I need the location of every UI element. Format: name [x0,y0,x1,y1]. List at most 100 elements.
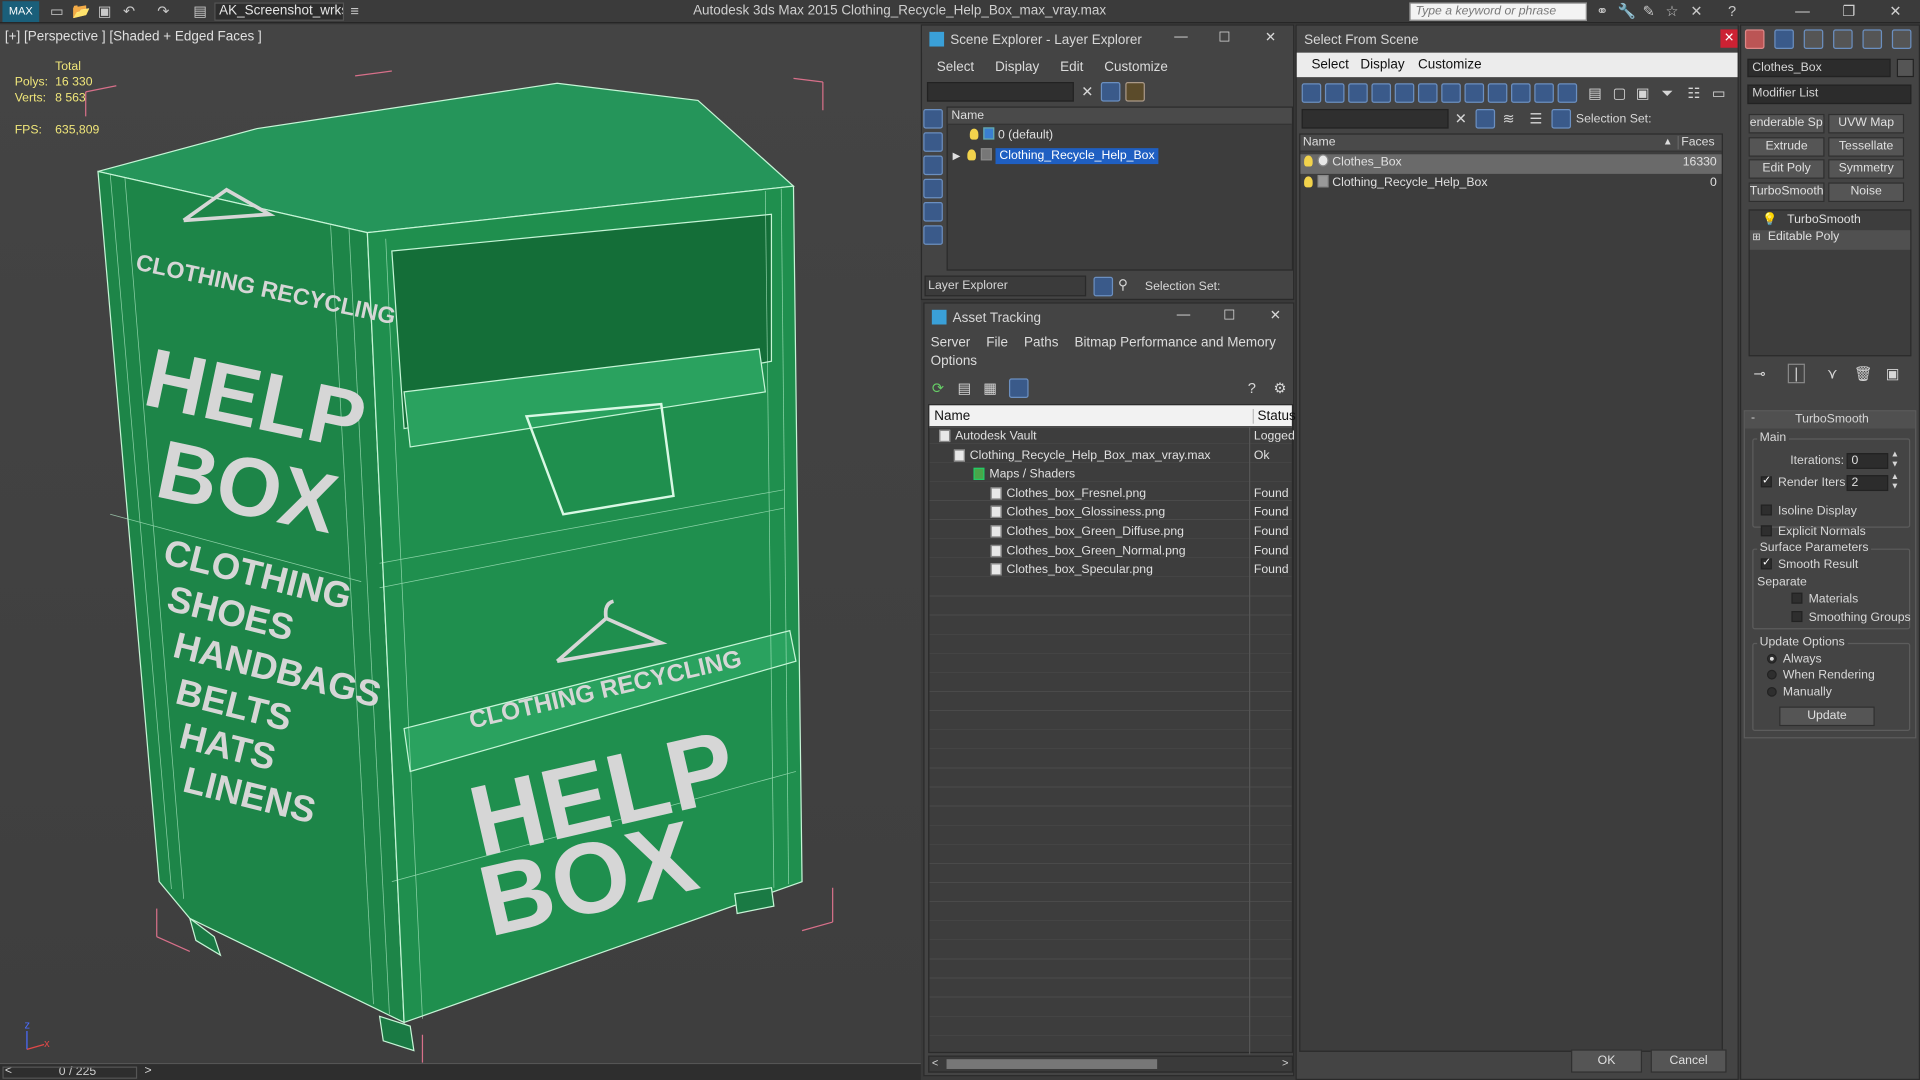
modify-tab-icon[interactable] [1774,29,1794,49]
column-status[interactable]: Status [1252,408,1296,424]
turbosmooth-button[interactable]: TurboSmooth [1748,182,1825,203]
collapse-icon[interactable]: ▭ [1712,84,1726,101]
select-all-icon[interactable]: ▤ [1588,84,1602,101]
star-icon[interactable]: ☆ [1664,3,1680,20]
update-button[interactable]: Update [1779,706,1875,727]
update-always-row[interactable]: Always [1766,653,1822,666]
asset-tracking-titlebar[interactable]: Asset Tracking — ☐ ✕ [924,303,1294,331]
pin-stack-icon[interactable]: ⊸ [1753,365,1765,382]
help-icon[interactable]: ? [1248,380,1256,397]
filter-xrefs-icon[interactable] [1464,83,1485,103]
perspective-viewport[interactable]: [+] [Perspective ] [Shaded + Edged Faces… [0,24,921,1063]
filter-helpers-icon[interactable] [1394,83,1415,103]
menu-file[interactable]: File [986,336,1008,351]
asset-row[interactable]: Autodesk Vault Logged [928,427,1295,445]
noise-button[interactable]: Noise [1828,182,1905,203]
collapse-icon[interactable]: - [1751,411,1755,424]
menu-display[interactable]: Display [995,60,1039,75]
render-iters-spinner[interactable]: 2 [1846,475,1889,492]
filter-containers-icon[interactable] [1511,83,1531,103]
render-iters-row[interactable]: Render Iters: [1760,474,1849,490]
filter-frozen-icon[interactable] [1534,83,1554,103]
filter-bones-icon[interactable] [1487,83,1508,103]
column-name[interactable]: Name [1303,136,1336,149]
chevron-down-icon[interactable]: ≡ [347,3,363,20]
select-none-icon[interactable]: ▢ [1613,84,1627,101]
settings-icon[interactable]: ⚙ [1273,380,1286,397]
display-tab-icon[interactable] [1862,29,1883,49]
funnel-icon[interactable]: ⏷ [1662,84,1674,102]
smoothing-groups-row[interactable]: Smoothing Groups [1791,611,1911,624]
save-icon[interactable]: ▣ [97,3,113,20]
render-iters-checkbox[interactable] [1760,474,1772,488]
binoculars-icon[interactable]: ⚭ [1594,3,1610,20]
scroll-right-icon[interactable]: > [1282,1057,1288,1069]
iterations-spinner[interactable]: 0 [1846,453,1889,469]
menu-edit[interactable]: Edit [1060,60,1083,75]
create-tab-icon[interactable] [1744,29,1765,49]
ok-button[interactable]: OK [1571,1049,1643,1073]
scroll-left-icon[interactable]: < [932,1057,938,1069]
hierarchy-tab-icon[interactable] [1803,29,1824,49]
motion-tab-icon[interactable] [1833,29,1853,49]
edit-poly-button[interactable]: Edit Poly [1748,159,1825,179]
hierarchy-toggle-icon[interactable] [1551,108,1572,129]
display-layers-icon[interactable] [923,225,943,245]
filter-lights-icon[interactable] [1348,83,1368,103]
update-always-radio[interactable] [1766,653,1777,664]
asset-row[interactable]: Clothing_Recycle_Help_Box_max_vray.max Ok [928,446,1293,464]
maximize-button[interactable]: ☐ [1223,307,1235,324]
time-slider-thumb[interactable] [2,1066,138,1079]
close-button[interactable]: ✕ [1720,29,1738,48]
make-unique-icon[interactable]: ⋎ [1827,365,1838,382]
materials-row[interactable]: Materials [1791,592,1858,606]
close-button[interactable]: ✕ [1270,307,1281,324]
spinner-arrows-icon[interactable]: ▲ ▼ [1891,473,1899,493]
sort-ascending-icon[interactable]: ▲ [1663,136,1673,147]
lightbulb-icon[interactable] [1304,176,1313,188]
asset-row[interactable]: Clothes_box_Specular.png Found [928,561,1293,579]
hierarchy-icon[interactable]: ⚲ [1118,277,1128,293]
hierarchy-icon[interactable]: ☷ [1687,84,1700,101]
filter-shapes-icon[interactable] [1324,83,1345,103]
update-manually-row[interactable]: Manually [1766,686,1832,699]
configure-sets-icon[interactable]: ▣ [1886,365,1900,382]
time-slider[interactable]: < 0 / 225 > [0,1062,921,1080]
redo-icon[interactable]: ↷ [156,3,172,20]
rollout-header[interactable]: - TurboSmooth [1744,411,1916,429]
utilities-tab-icon[interactable] [1891,29,1912,49]
scene-explorer-titlebar[interactable]: Scene Explorer - Layer Explorer — ☐ ✕ [922,25,1294,53]
help-icon[interactable]: ? [1724,3,1740,20]
minimize-button[interactable]: — [1174,29,1187,44]
menu-select[interactable]: Select [1311,58,1348,73]
select-search-input[interactable] [1301,108,1449,129]
open-icon[interactable]: 📂 [72,3,90,20]
filter-groups-icon[interactable] [1441,83,1461,103]
spinner-arrows-icon[interactable]: ▲ ▼ [1891,451,1899,471]
search-input[interactable]: Type a keyword or phrase [1409,2,1587,21]
isoline-checkbox[interactable] [1760,504,1772,516]
project-icon[interactable]: ▤ [192,3,208,20]
object-color-swatch[interactable] [1896,58,1914,78]
smooth-result-checkbox[interactable] [1760,556,1772,570]
scene-explorer-search-input[interactable] [926,82,1074,102]
clothing-recycle-box-model[interactable]: CLOTHING RECYCLING HELP BOX CLOTHING SHO… [0,24,921,1063]
show-end-result-icon[interactable]: | [1787,363,1805,384]
thumbnail-view-icon[interactable]: ▦ [983,380,997,397]
lightbulb-icon[interactable] [967,149,977,161]
clear-search-icon[interactable]: ✕ [1455,110,1467,127]
symmetry-button[interactable]: Symmetry [1828,159,1905,179]
app-logo[interactable]: MAX [2,1,40,23]
filter-hidden-icon[interactable] [1557,83,1578,103]
close-button[interactable]: ✕ [1265,29,1276,46]
filter-cameras-icon[interactable] [1371,83,1392,103]
column-name[interactable]: Name [934,409,970,424]
menu-customize[interactable]: Customize [1418,58,1482,73]
object-row-selected[interactable]: Clothes_Box 16330 [1300,154,1722,174]
new-icon[interactable]: ▭ [49,3,65,20]
menu-display[interactable]: Display [1360,58,1404,73]
isoline-row[interactable]: Isoline Display [1760,504,1857,518]
lightbulb-icon[interactable]: 💡 [1762,213,1777,226]
display-helpers-icon[interactable] [923,202,943,222]
asset-row[interactable]: Clothes_box_Green_Normal.png Found [928,542,1293,560]
